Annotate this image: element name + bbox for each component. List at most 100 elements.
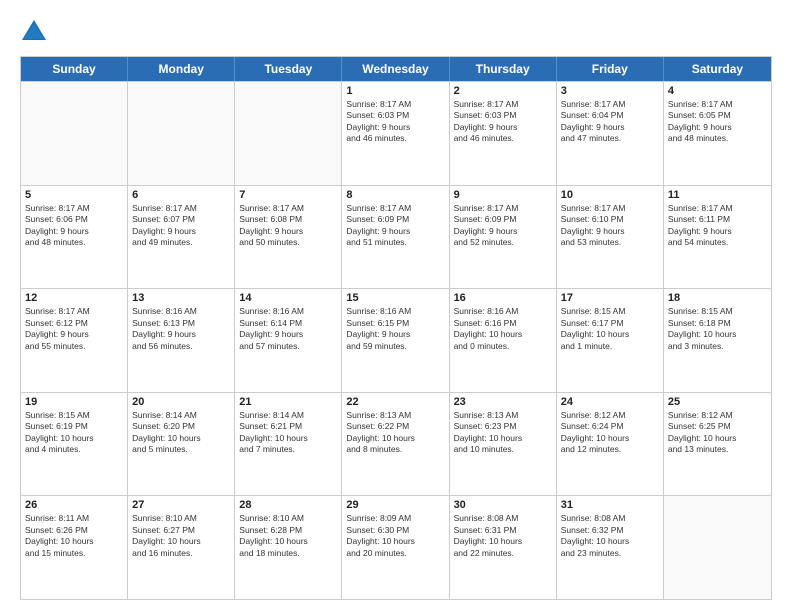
calendar-cell-16: 16 Sunrise: 8:16 AM Sunset: 6:16 PM Dayli… (450, 289, 557, 392)
cell-info: Sunrise: 8:17 AM Sunset: 6:05 PM Dayligh… (668, 99, 767, 145)
cell-info: Sunrise: 8:17 AM Sunset: 6:06 PM Dayligh… (25, 203, 123, 249)
cell-day-number: 2 (454, 85, 552, 97)
cell-day-number: 23 (454, 396, 552, 408)
cell-day-number: 5 (25, 189, 123, 201)
cell-day-number: 3 (561, 85, 659, 97)
calendar-cell-12: 12 Sunrise: 8:17 AM Sunset: 6:12 PM Dayli… (21, 289, 128, 392)
cell-day-number: 18 (668, 292, 767, 304)
calendar-cell-14: 14 Sunrise: 8:16 AM Sunset: 6:14 PM Dayli… (235, 289, 342, 392)
cell-info: Sunrise: 8:08 AM Sunset: 6:31 PM Dayligh… (454, 513, 552, 559)
calendar-cell-7: 7 Sunrise: 8:17 AM Sunset: 6:08 PM Daylig… (235, 186, 342, 289)
header (20, 18, 772, 46)
cell-day-number: 9 (454, 189, 552, 201)
calendar-cell-10: 10Sunrise: 8:17 AM Sunset: 6:10 PM Dayli… (557, 186, 664, 289)
calendar-cell-27: 27Sunrise: 8:10 AM Sunset: 6:27 PM Dayli… (128, 496, 235, 599)
cell-info: Sunrise: 8:16 AM Sunset: 6:16 PM Dayligh… (454, 306, 552, 352)
calendar-cell-28: 28 Sunrise: 8:10 AM Sunset: 6:28 PM Dayli… (235, 496, 342, 599)
calendar-cell-empty-0-1 (128, 82, 235, 185)
calendar-cell-22: 22 Sunrise: 8:13 AM Sunset: 6:22 PM Dayli… (342, 393, 449, 496)
calendar-cell-4: 4 Sunrise: 8:17 AM Sunset: 6:05 PM Daylig… (664, 82, 771, 185)
calendar-cell-empty-4-6 (664, 496, 771, 599)
cell-day-number: 14 (239, 292, 337, 304)
cell-day-number: 15 (346, 292, 444, 304)
cell-day-number: 28 (239, 499, 337, 511)
header-cell-monday: Monday (128, 57, 235, 81)
cell-day-number: 20 (132, 396, 230, 408)
cell-info: Sunrise: 8:17 AM Sunset: 6:03 PM Dayligh… (454, 99, 552, 145)
calendar-cell-15: 15 Sunrise: 8:16 AM Sunset: 6:15 PM Dayli… (342, 289, 449, 392)
calendar-cell-5: 5 Sunrise: 8:17 AM Sunset: 6:06 PM Daylig… (21, 186, 128, 289)
calendar-cell-1: 1 Sunrise: 8:17 AM Sunset: 6:03 PM Daylig… (342, 82, 449, 185)
logo-icon (20, 18, 48, 46)
calendar-cell-20: 20 Sunrise: 8:14 AM Sunset: 6:20 PM Dayli… (128, 393, 235, 496)
calendar-cell-2: 2 Sunrise: 8:17 AM Sunset: 6:03 PM Daylig… (450, 82, 557, 185)
cell-info: Sunrise: 8:14 AM Sunset: 6:20 PM Dayligh… (132, 410, 230, 456)
calendar-cell-31: 31 Sunrise: 8:08 AM Sunset: 6:32 PM Dayli… (557, 496, 664, 599)
cell-info: Sunrise: 8:12 AM Sunset: 6:24 PM Dayligh… (561, 410, 659, 456)
calendar-cell-24: 24 Sunrise: 8:12 AM Sunset: 6:24 PM Dayli… (557, 393, 664, 496)
cell-day-number: 16 (454, 292, 552, 304)
cell-info: Sunrise: 8:17 AM Sunset: 6:04 PM Dayligh… (561, 99, 659, 145)
calendar-cell-8: 8Sunrise: 8:17 AM Sunset: 6:09 PM Daylig… (342, 186, 449, 289)
cell-info: Sunrise: 8:15 AM Sunset: 6:17 PM Dayligh… (561, 306, 659, 352)
cell-day-number: 31 (561, 499, 659, 511)
cell-day-number: 21 (239, 396, 337, 408)
cell-info: Sunrise: 8:16 AM Sunset: 6:13 PM Dayligh… (132, 306, 230, 352)
cell-info: Sunrise: 8:16 AM Sunset: 6:15 PM Dayligh… (346, 306, 444, 352)
cell-info: Sunrise: 8:13 AM Sunset: 6:22 PM Dayligh… (346, 410, 444, 456)
cell-day-number: 11 (668, 189, 767, 201)
calendar-cell-13: 13 Sunrise: 8:16 AM Sunset: 6:13 PM Dayli… (128, 289, 235, 392)
header-cell-saturday: Saturday (664, 57, 771, 81)
calendar-cell-11: 11 Sunrise: 8:17 AM Sunset: 6:11 PM Dayli… (664, 186, 771, 289)
cell-info: Sunrise: 8:16 AM Sunset: 6:14 PM Dayligh… (239, 306, 337, 352)
cell-info: Sunrise: 8:17 AM Sunset: 6:07 PM Dayligh… (132, 203, 230, 249)
cell-day-number: 24 (561, 396, 659, 408)
cell-day-number: 12 (25, 292, 123, 304)
cell-day-number: 13 (132, 292, 230, 304)
cell-info: Sunrise: 8:14 AM Sunset: 6:21 PM Dayligh… (239, 410, 337, 456)
cell-day-number: 7 (239, 189, 337, 201)
calendar-cell-6: 6 Sunrise: 8:17 AM Sunset: 6:07 PM Daylig… (128, 186, 235, 289)
cell-info: Sunrise: 8:08 AM Sunset: 6:32 PM Dayligh… (561, 513, 659, 559)
cell-day-number: 27 (132, 499, 230, 511)
cell-day-number: 6 (132, 189, 230, 201)
cell-info: Sunrise: 8:15 AM Sunset: 6:19 PM Dayligh… (25, 410, 123, 456)
cell-info: Sunrise: 8:17 AM Sunset: 6:11 PM Dayligh… (668, 203, 767, 249)
cell-day-number: 22 (346, 396, 444, 408)
cell-info: Sunrise: 8:11 AM Sunset: 6:26 PM Dayligh… (25, 513, 123, 559)
cell-info: Sunrise: 8:17 AM Sunset: 6:03 PM Dayligh… (346, 99, 444, 145)
cell-day-number: 1 (346, 85, 444, 97)
calendar-cell-19: 19 Sunrise: 8:15 AM Sunset: 6:19 PM Dayli… (21, 393, 128, 496)
calendar-row-3: 19 Sunrise: 8:15 AM Sunset: 6:19 PM Dayli… (21, 392, 771, 496)
logo (20, 18, 52, 46)
cell-info: Sunrise: 8:17 AM Sunset: 6:08 PM Dayligh… (239, 203, 337, 249)
cell-info: Sunrise: 8:12 AM Sunset: 6:25 PM Dayligh… (668, 410, 767, 456)
header-cell-friday: Friday (557, 57, 664, 81)
calendar-row-1: 5 Sunrise: 8:17 AM Sunset: 6:06 PM Daylig… (21, 185, 771, 289)
cell-info: Sunrise: 8:17 AM Sunset: 6:09 PM Dayligh… (346, 203, 444, 249)
calendar-cell-3: 3 Sunrise: 8:17 AM Sunset: 6:04 PM Daylig… (557, 82, 664, 185)
cell-day-number: 19 (25, 396, 123, 408)
header-cell-thursday: Thursday (450, 57, 557, 81)
page: SundayMondayTuesdayWednesdayThursdayFrid… (0, 0, 792, 612)
header-cell-sunday: Sunday (21, 57, 128, 81)
cell-info: Sunrise: 8:10 AM Sunset: 6:28 PM Dayligh… (239, 513, 337, 559)
calendar-cell-empty-0-2 (235, 82, 342, 185)
calendar-header-row: SundayMondayTuesdayWednesdayThursdayFrid… (21, 57, 771, 81)
cell-info: Sunrise: 8:17 AM Sunset: 6:12 PM Dayligh… (25, 306, 123, 352)
cell-day-number: 10 (561, 189, 659, 201)
calendar-cell-23: 23 Sunrise: 8:13 AM Sunset: 6:23 PM Dayli… (450, 393, 557, 496)
cell-day-number: 4 (668, 85, 767, 97)
calendar-cell-26: 26 Sunrise: 8:11 AM Sunset: 6:26 PM Dayli… (21, 496, 128, 599)
cell-info: Sunrise: 8:15 AM Sunset: 6:18 PM Dayligh… (668, 306, 767, 352)
calendar-cell-17: 17Sunrise: 8:15 AM Sunset: 6:17 PM Dayli… (557, 289, 664, 392)
cell-day-number: 26 (25, 499, 123, 511)
calendar-row-0: 1 Sunrise: 8:17 AM Sunset: 6:03 PM Daylig… (21, 81, 771, 185)
calendar-cell-29: 29Sunrise: 8:09 AM Sunset: 6:30 PM Dayli… (342, 496, 449, 599)
calendar-row-4: 26 Sunrise: 8:11 AM Sunset: 6:26 PM Dayli… (21, 495, 771, 599)
cell-info: Sunrise: 8:13 AM Sunset: 6:23 PM Dayligh… (454, 410, 552, 456)
cell-day-number: 25 (668, 396, 767, 408)
calendar-cell-25: 25 Sunrise: 8:12 AM Sunset: 6:25 PM Dayli… (664, 393, 771, 496)
cell-day-number: 30 (454, 499, 552, 511)
calendar-body: 1 Sunrise: 8:17 AM Sunset: 6:03 PM Daylig… (21, 81, 771, 599)
